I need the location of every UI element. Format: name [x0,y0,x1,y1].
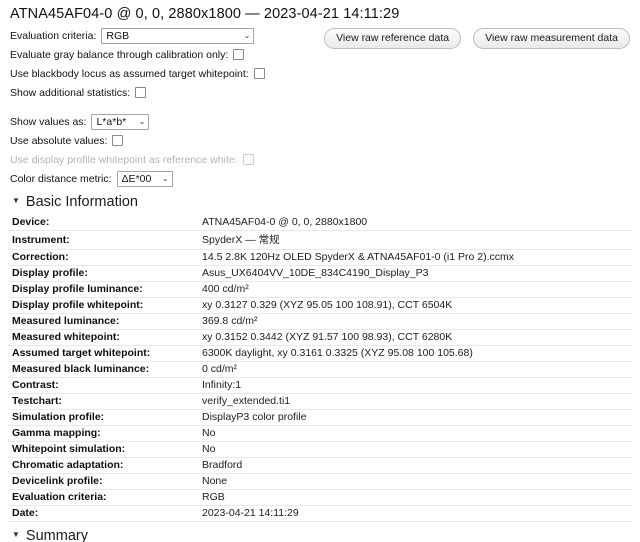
info-row-key: Testchart: [8,394,198,410]
color-distance-metric-label: Color distance metric: [10,173,112,185]
info-row: Instrument:SpyderX — 常规 [8,231,632,250]
info-row: Display profile whitepoint:xy 0.3127 0.3… [8,298,632,314]
info-row: Date:2023-04-21 14:11:29 [8,506,632,522]
evaluation-criteria-select[interactable]: RGB ⌄ [101,28,254,44]
info-row-key: Assumed target whitepoint: [8,346,198,362]
info-row-key: Instrument: [8,231,198,250]
evaluation-criteria-label: Evaluation criteria: [10,30,96,42]
page-title: ATNA45AF04-0 @ 0, 0, 2880x1800 — 2023-04… [8,0,632,26]
info-row: Measured luminance:369.8 cd/m² [8,314,632,330]
info-row-value: 6300K daylight, xy 0.3161 0.3325 (XYZ 95… [198,346,632,362]
info-row-key: Whitepoint simulation: [8,442,198,458]
info-row-value: Infinity:1 [198,378,632,394]
summary-header[interactable]: ▼ Summary [8,522,632,542]
info-row: Gamma mapping:No [8,426,632,442]
info-row: Measured whitepoint:xy 0.3152 0.3442 (XY… [8,330,632,346]
info-row: Evaluation criteria:RGB [8,490,632,506]
additional-statistics-checkbox[interactable] [135,87,146,98]
info-row-key: Gamma mapping: [8,426,198,442]
info-row: Devicelink profile:None [8,474,632,490]
info-row: Whitepoint simulation:No [8,442,632,458]
info-row-value: xy 0.3127 0.329 (XYZ 95.05 100 108.91), … [198,298,632,314]
info-row-value: 2023-04-21 14:11:29 [198,506,632,522]
chevron-down-icon: ⌄ [139,118,146,126]
display-profile-whitepoint-row: Use display profile whitepoint as refere… [8,150,632,169]
info-row-key: Measured whitepoint: [8,330,198,346]
info-row-value: DisplayP3 color profile [198,410,632,426]
absolute-values-row: Use absolute values: [8,131,632,150]
info-row: Correction:14.5 2.8K 120Hz OLED SpyderX … [8,250,632,266]
info-row-value: 400 cd/m² [198,282,632,298]
view-raw-measurement-data-button[interactable]: View raw measurement data [473,28,630,49]
info-row-key: Simulation profile: [8,410,198,426]
color-distance-metric-value: ΔE*00 [122,173,152,185]
verification-report-page: ATNA45AF04-0 @ 0, 0, 2880x1800 — 2023-04… [0,0,640,542]
raw-data-button-group: View raw reference data View raw measure… [324,28,630,49]
show-values-as-row: Show values as: L*a*b* ⌄ [8,112,632,131]
additional-statistics-row: Show additional statistics: [8,83,632,102]
info-row-key: Contrast: [8,378,198,394]
basic-information-header[interactable]: ▼ Basic Information [8,188,632,215]
options-spacer [8,102,632,112]
display-profile-whitepoint-checkbox [243,154,254,165]
info-row-value: ATNA45AF04-0 @ 0, 0, 2880x1800 [198,215,632,231]
disclosure-triangle-icon: ▼ [12,197,20,205]
info-row-key: Display profile luminance: [8,282,198,298]
info-row-key: Display profile whitepoint: [8,298,198,314]
show-values-as-label: Show values as: [10,116,86,128]
info-row-key: Chromatic adaptation: [8,458,198,474]
additional-statistics-label: Show additional statistics: [10,87,130,99]
gray-balance-checkbox[interactable] [233,49,244,60]
info-row: Contrast:Infinity:1 [8,378,632,394]
absolute-values-checkbox[interactable] [112,135,123,146]
info-row-key: Device: [8,215,198,231]
color-distance-metric-row: Color distance metric: ΔE*00 ⌄ [8,169,632,188]
blackbody-checkbox[interactable] [254,68,265,79]
info-row: Simulation profile:DisplayP3 color profi… [8,410,632,426]
info-row-value: 369.8 cd/m² [198,314,632,330]
info-row-key: Measured black luminance: [8,362,198,378]
info-row-value: None [198,474,632,490]
info-row-key: Devicelink profile: [8,474,198,490]
info-row-value: verify_extended.ti1 [198,394,632,410]
info-row: Measured black luminance:0 cd/m² [8,362,632,378]
blackbody-row: Use blackbody locus as assumed target wh… [8,64,632,83]
show-values-as-select[interactable]: L*a*b* ⌄ [91,114,149,130]
info-row-value: Bradford [198,458,632,474]
basic-information-title: Basic Information [26,194,138,210]
basic-information-table: Device:ATNA45AF04-0 @ 0, 0, 2880x1800Ins… [8,215,632,522]
absolute-values-label: Use absolute values: [10,135,107,147]
info-row-value: No [198,442,632,458]
info-row-key: Evaluation criteria: [8,490,198,506]
summary-title: Summary [26,528,88,542]
view-raw-reference-data-button[interactable]: View raw reference data [324,28,461,49]
chevron-down-icon: ⌄ [244,32,251,40]
info-row: Chromatic adaptation:Bradford [8,458,632,474]
info-row: Display profile:Asus_UX6404VV_10DE_834C4… [8,266,632,282]
info-row-value: Asus_UX6404VV_10DE_834C4190_Display_P3 [198,266,632,282]
info-row-key: Correction: [8,250,198,266]
info-row-value: xy 0.3152 0.3442 (XYZ 91.57 100 98.93), … [198,330,632,346]
info-row-key: Display profile: [8,266,198,282]
info-row: Testchart:verify_extended.ti1 [8,394,632,410]
display-profile-whitepoint-label: Use display profile whitepoint as refere… [10,154,238,166]
info-row-key: Date: [8,506,198,522]
disclosure-triangle-icon: ▼ [12,531,20,539]
info-row-value: 0 cd/m² [198,362,632,378]
info-row-value: 14.5 2.8K 120Hz OLED SpyderX & ATNA45AF0… [198,250,632,266]
chevron-down-icon: ⌄ [162,175,169,183]
info-row-value: SpyderX — 常规 [198,231,632,250]
color-distance-metric-select[interactable]: ΔE*00 ⌄ [117,171,173,187]
info-row: Device:ATNA45AF04-0 @ 0, 0, 2880x1800 [8,215,632,231]
info-row-key: Measured luminance: [8,314,198,330]
info-row: Assumed target whitepoint:6300K daylight… [8,346,632,362]
info-row-value: No [198,426,632,442]
gray-balance-label: Evaluate gray balance through calibratio… [10,49,228,61]
blackbody-label: Use blackbody locus as assumed target wh… [10,68,249,80]
info-row-value: RGB [198,490,632,506]
show-values-as-value: L*a*b* [96,116,126,128]
info-row: Display profile luminance:400 cd/m² [8,282,632,298]
evaluation-criteria-value: RGB [106,30,129,42]
